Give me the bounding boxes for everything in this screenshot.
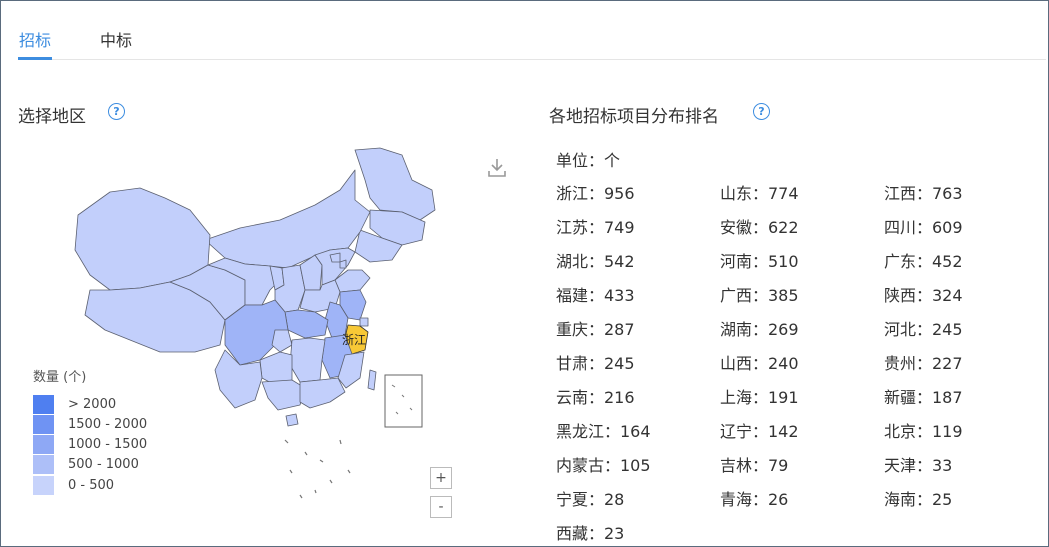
- unit-label: 单位：个: [556, 151, 621, 170]
- ranking-item: 北京：119: [884, 422, 963, 441]
- ranking-item: 西藏：23: [556, 524, 625, 543]
- legend-item[interactable]: 0 - 500: [33, 475, 114, 495]
- ranking-item: 广东：452: [884, 252, 963, 271]
- legend-label: 1500 - 2000: [68, 416, 148, 432]
- ranking-item: 海南：25: [884, 490, 953, 509]
- ranking-item: 河北：245: [884, 320, 963, 339]
- legend-label: > 2000: [68, 396, 117, 412]
- tab-bidding[interactable]: 招标: [19, 27, 51, 51]
- tab-divider: [18, 59, 1046, 60]
- ranking-item: 陕西：324: [884, 286, 963, 305]
- ranking-item: 云南：216: [556, 388, 635, 407]
- ranking-item: 广西：385: [720, 286, 799, 305]
- ranking-item: 山西：240: [720, 354, 799, 373]
- ranking-item: 辽宁：142: [720, 422, 799, 441]
- legend-swatch: [33, 475, 54, 495]
- help-icon[interactable]: ?: [753, 103, 770, 120]
- download-icon[interactable]: [487, 157, 507, 179]
- region-chongqing: [271, 329, 293, 353]
- region-beijing: [329, 252, 341, 263]
- zoom-out-button[interactable]: -: [430, 496, 452, 518]
- select-region-title: 选择地区: [18, 107, 86, 127]
- ranking-item: 重庆：287: [556, 320, 635, 339]
- ranking-item: 湖南：269: [720, 320, 799, 339]
- inset-dashes: [391, 384, 413, 415]
- legend-swatch: [33, 454, 54, 474]
- legend-label: 1000 - 1500: [68, 436, 148, 452]
- ranking-item: 江西：763: [884, 184, 963, 203]
- ranking-item: 贵州：227: [884, 354, 963, 373]
- ranking-item: 吉林：79: [720, 456, 789, 475]
- ranking-item: 天津：33: [884, 456, 953, 475]
- help-icon[interactable]: ?: [108, 103, 125, 120]
- legend-item[interactable]: 1000 - 1500: [33, 434, 147, 454]
- ranking-item: 江苏：749: [556, 218, 635, 237]
- legend-swatch: [33, 394, 54, 414]
- legend-item[interactable]: > 2000: [33, 394, 116, 414]
- ranking-item: 福建：433: [556, 286, 635, 305]
- ranking-item: 山东：774: [720, 184, 799, 203]
- region-guangdong: [299, 377, 346, 409]
- legend-label: 500 - 1000: [68, 456, 139, 472]
- active-tab-indicator: [18, 57, 52, 60]
- legend-item[interactable]: 1500 - 2000: [33, 414, 147, 434]
- legend-title: 数量 (个): [33, 370, 87, 385]
- ranking-item: 浙江：956: [556, 184, 635, 203]
- legend-item[interactable]: 500 - 1000: [33, 454, 139, 474]
- ranking-item: 内蒙古：105: [556, 456, 651, 475]
- ranking-title: 各地招标项目分布排名: [549, 107, 719, 127]
- ranking-item: 河南：510: [720, 252, 799, 271]
- ranking-item: 新疆：187: [884, 388, 963, 407]
- ranking-item: 青海：26: [720, 490, 789, 509]
- ranking-item: 四川：609: [884, 218, 963, 237]
- ranking-item: 宁夏：28: [556, 490, 625, 509]
- region-taiwan: [367, 369, 377, 391]
- tab-awarded[interactable]: 中标: [100, 27, 132, 51]
- region-hainan: [285, 413, 299, 427]
- south-china-sea-islands: [284, 439, 351, 499]
- ranking-item: 上海：191: [720, 388, 799, 407]
- ranking-item: 黑龙江：164: [556, 422, 651, 441]
- map-highlight-label: 浙江: [342, 333, 366, 347]
- legend-swatch: [33, 434, 54, 454]
- ranking-item: 湖北：542: [556, 252, 635, 271]
- region-guangxi: [261, 379, 306, 411]
- region-shanghai: [359, 317, 369, 327]
- ranking-item: 甘肃：245: [556, 354, 635, 373]
- ranking-item: 安徽：622: [720, 218, 799, 237]
- region-hunan: [289, 337, 326, 383]
- zoom-in-button[interactable]: +: [430, 467, 452, 489]
- region-hubei: [284, 309, 329, 339]
- legend-label: 0 - 500: [68, 477, 115, 493]
- map-inset-box: [384, 374, 423, 428]
- legend-swatch: [33, 414, 54, 434]
